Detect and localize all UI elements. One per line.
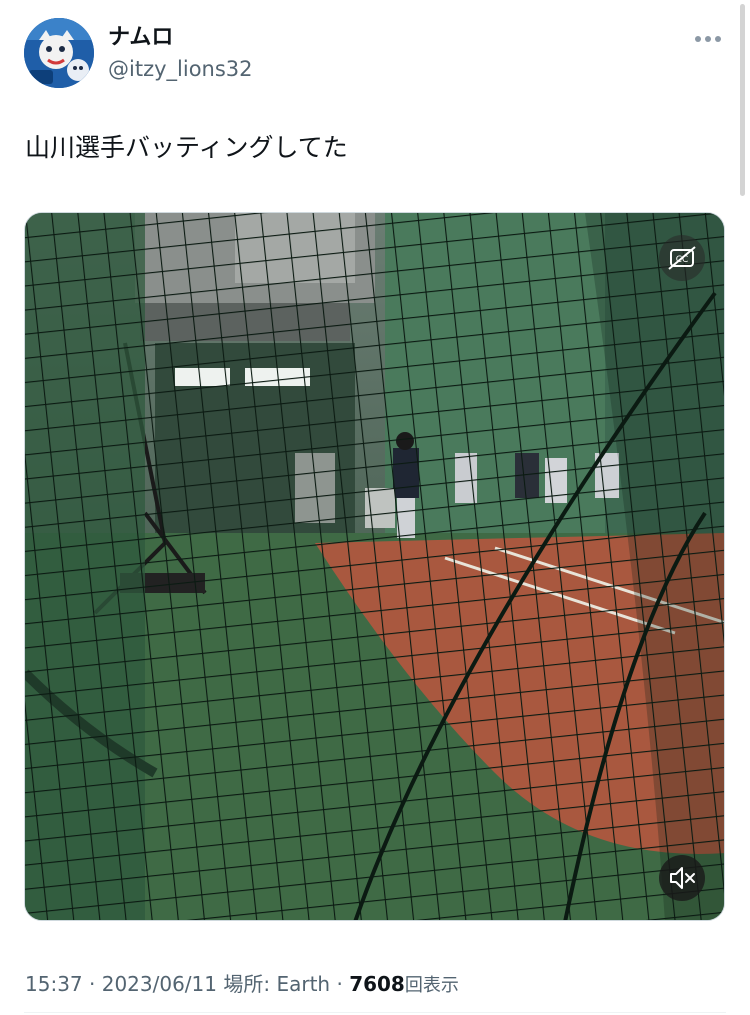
more-horizontal-icon <box>695 36 721 42</box>
scrollbar-thumb[interactable] <box>740 4 745 196</box>
captions-button[interactable]: CC <box>659 235 705 281</box>
divider <box>24 1012 726 1013</box>
muted-speaker-icon <box>670 867 695 889</box>
location-label: 場所: <box>223 972 271 996</box>
tweet-time[interactable]: 15:37 <box>25 972 83 996</box>
avatar[interactable] <box>24 18 94 88</box>
meta-separator: · <box>336 972 343 996</box>
video-frame-image <box>25 213 724 920</box>
closed-captions-icon: CC <box>668 246 696 270</box>
unmute-button[interactable] <box>659 855 705 901</box>
video-player[interactable]: CC <box>24 212 725 921</box>
more-options-button[interactable] <box>686 26 730 52</box>
author-display-name[interactable]: ナムロ <box>108 24 173 52</box>
scrollbar[interactable] <box>737 0 750 200</box>
tweet-date[interactable]: 2023/06/11 <box>102 972 217 996</box>
mascot-avatar-icon <box>24 18 94 88</box>
author-handle[interactable]: @itzy_lions32 <box>108 56 253 82</box>
svg-text:CC: CC <box>676 255 689 265</box>
tweet-text: 山川選手バッティングしてた <box>25 133 348 162</box>
meta-separator: · <box>89 972 96 996</box>
views-count[interactable]: 7608 <box>349 972 405 996</box>
location-value: Earth <box>276 972 331 996</box>
tweet-meta: 15:37 · 2023/06/11 場所: Earth · 7608回表示 <box>25 970 459 1000</box>
views-label: 回表示 <box>404 975 459 996</box>
